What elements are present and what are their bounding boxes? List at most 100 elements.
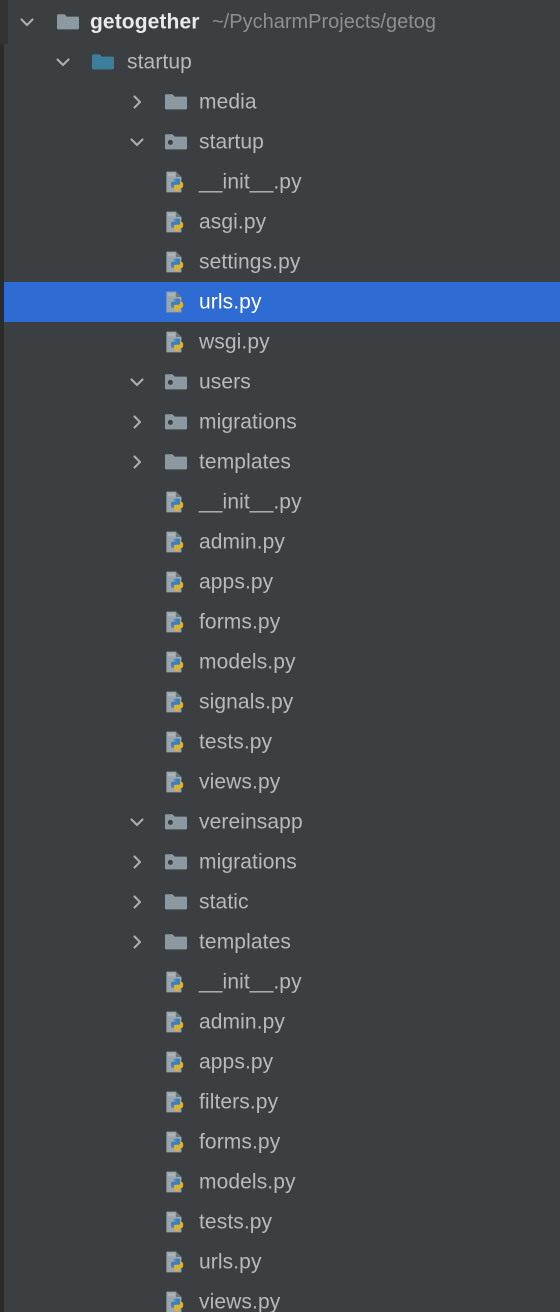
source-root-folder-icon <box>90 49 116 75</box>
tree-node-label: migrations <box>199 850 297 874</box>
chevron-right-icon[interactable] <box>126 411 148 433</box>
chevron-right-icon[interactable] <box>126 91 148 113</box>
tree-file-row[interactable]: views.py <box>0 762 560 802</box>
python-file-icon <box>163 1289 189 1312</box>
python-file-icon <box>163 1049 189 1075</box>
tree-node-label: migrations <box>199 410 297 434</box>
tree-file-row[interactable]: urls.py <box>0 1242 560 1282</box>
python-file-icon <box>163 329 189 355</box>
python-file-icon <box>163 1089 189 1115</box>
python-file-icon <box>163 289 189 315</box>
tree-node-label: tests.py <box>199 1210 273 1234</box>
chevron-down-icon[interactable] <box>16 11 38 33</box>
tree-node-label: __init__.py <box>199 490 302 514</box>
tree-node-label: asgi.py <box>199 210 267 234</box>
tree-file-row[interactable]: __init__.py <box>0 962 560 1002</box>
tree-file-row[interactable]: views.py <box>0 1282 560 1312</box>
folder-icon <box>163 89 189 115</box>
tree-node-label: vereinsapp <box>199 810 303 834</box>
tree-node-label: media <box>199 90 257 114</box>
tree-file-row[interactable]: filters.py <box>0 1082 560 1122</box>
project-tool-window[interactable]: getogether ~/PycharmProjects/getog startup… <box>0 0 560 1312</box>
python-file-icon <box>163 169 189 195</box>
tree-folder-row[interactable]: users <box>0 362 560 402</box>
chevron-right-icon[interactable] <box>126 931 148 953</box>
tree-file-row[interactable]: __init__.py <box>0 162 560 202</box>
python-file-icon <box>163 1249 189 1275</box>
python-package-folder-icon <box>163 409 189 435</box>
tree-node-label: users <box>199 370 251 394</box>
tree-file-row[interactable]: asgi.py <box>0 202 560 242</box>
tool-window-left-gutter <box>0 0 4 1312</box>
tree-node-label: views.py <box>199 770 281 794</box>
tree-node-label: signals.py <box>199 690 294 714</box>
tree-node-label: admin.py <box>199 1010 286 1034</box>
python-file-icon <box>163 249 189 275</box>
python-file-icon <box>163 609 189 635</box>
python-file-icon <box>163 1209 189 1235</box>
tree-node-label: apps.py <box>199 570 274 594</box>
chevron-down-icon[interactable] <box>126 371 148 393</box>
tree-node-label: apps.py <box>199 1050 274 1074</box>
python-package-folder-icon <box>163 369 189 395</box>
folder-icon <box>163 449 189 475</box>
tree-file-row[interactable]: __init__.py <box>0 482 560 522</box>
tree-node-label: tests.py <box>199 730 273 754</box>
tree-node-label: urls.py <box>199 290 262 314</box>
chevron-right-icon[interactable] <box>126 451 148 473</box>
chevron-right-icon[interactable] <box>126 851 148 873</box>
tree-file-row[interactable]: apps.py <box>0 1042 560 1082</box>
tree-folder-row[interactable]: startup <box>0 42 560 82</box>
tree-folder-row[interactable]: media <box>0 82 560 122</box>
tree-file-row[interactable]: signals.py <box>0 682 560 722</box>
tree-file-row[interactable]: wsgi.py <box>0 322 560 362</box>
python-file-icon <box>163 529 189 555</box>
python-package-folder-icon <box>163 809 189 835</box>
folder-icon <box>163 929 189 955</box>
tree-file-row[interactable]: admin.py <box>0 1002 560 1042</box>
tree-node-label: wsgi.py <box>199 330 270 354</box>
tree-file-row[interactable]: settings.py <box>0 242 560 282</box>
project-tree-rows[interactable]: getogether ~/PycharmProjects/getog startup… <box>0 0 560 1312</box>
chevron-down-icon[interactable] <box>126 131 148 153</box>
tree-folder-row[interactable]: templates <box>0 922 560 962</box>
python-file-icon <box>163 1009 189 1035</box>
tree-node-label: models.py <box>199 650 296 674</box>
tree-file-row[interactable]: tests.py <box>0 722 560 762</box>
tree-node-label: settings.py <box>199 250 301 274</box>
tree-node-path: ~/PycharmProjects/getog <box>212 11 436 33</box>
python-file-icon <box>163 769 189 795</box>
tree-file-row[interactable]: forms.py <box>0 1122 560 1162</box>
tree-folder-row[interactable]: startup <box>0 122 560 162</box>
tree-folder-row[interactable]: migrations <box>0 842 560 882</box>
tree-node-label: startup <box>127 50 192 74</box>
tree-node-label: static <box>199 890 249 914</box>
tree-folder-row[interactable]: migrations <box>0 402 560 442</box>
chevron-down-icon[interactable] <box>52 51 74 73</box>
python-file-icon <box>163 489 189 515</box>
tree-folder-row[interactable]: static <box>0 882 560 922</box>
python-file-icon <box>163 1169 189 1195</box>
tree-folder-row[interactable]: getogether ~/PycharmProjects/getog <box>0 2 560 42</box>
tree-file-row[interactable]: tests.py <box>0 1202 560 1242</box>
tree-file-row[interactable]: apps.py <box>0 562 560 602</box>
tree-file-row[interactable]: urls.py <box>0 282 560 322</box>
tree-folder-row[interactable]: vereinsapp <box>0 802 560 842</box>
tree-file-row[interactable]: models.py <box>0 642 560 682</box>
tree-node-label: filters.py <box>199 1090 279 1114</box>
tree-node-label: views.py <box>199 1290 281 1312</box>
chevron-right-icon[interactable] <box>126 891 148 913</box>
tree-file-row[interactable]: admin.py <box>0 522 560 562</box>
tree-file-row[interactable]: models.py <box>0 1162 560 1202</box>
python-file-icon <box>163 969 189 995</box>
tree-node-label: getogether <box>90 10 200 34</box>
tree-node-label: __init__.py <box>199 970 302 994</box>
chevron-down-icon[interactable] <box>126 811 148 833</box>
python-package-folder-icon <box>163 849 189 875</box>
tree-file-row[interactable]: forms.py <box>0 602 560 642</box>
tree-node-label: forms.py <box>199 610 281 634</box>
folder-icon <box>163 889 189 915</box>
tool-window-top-gutter <box>0 0 8 44</box>
tree-folder-row[interactable]: templates <box>0 442 560 482</box>
python-package-folder-icon <box>163 129 189 155</box>
